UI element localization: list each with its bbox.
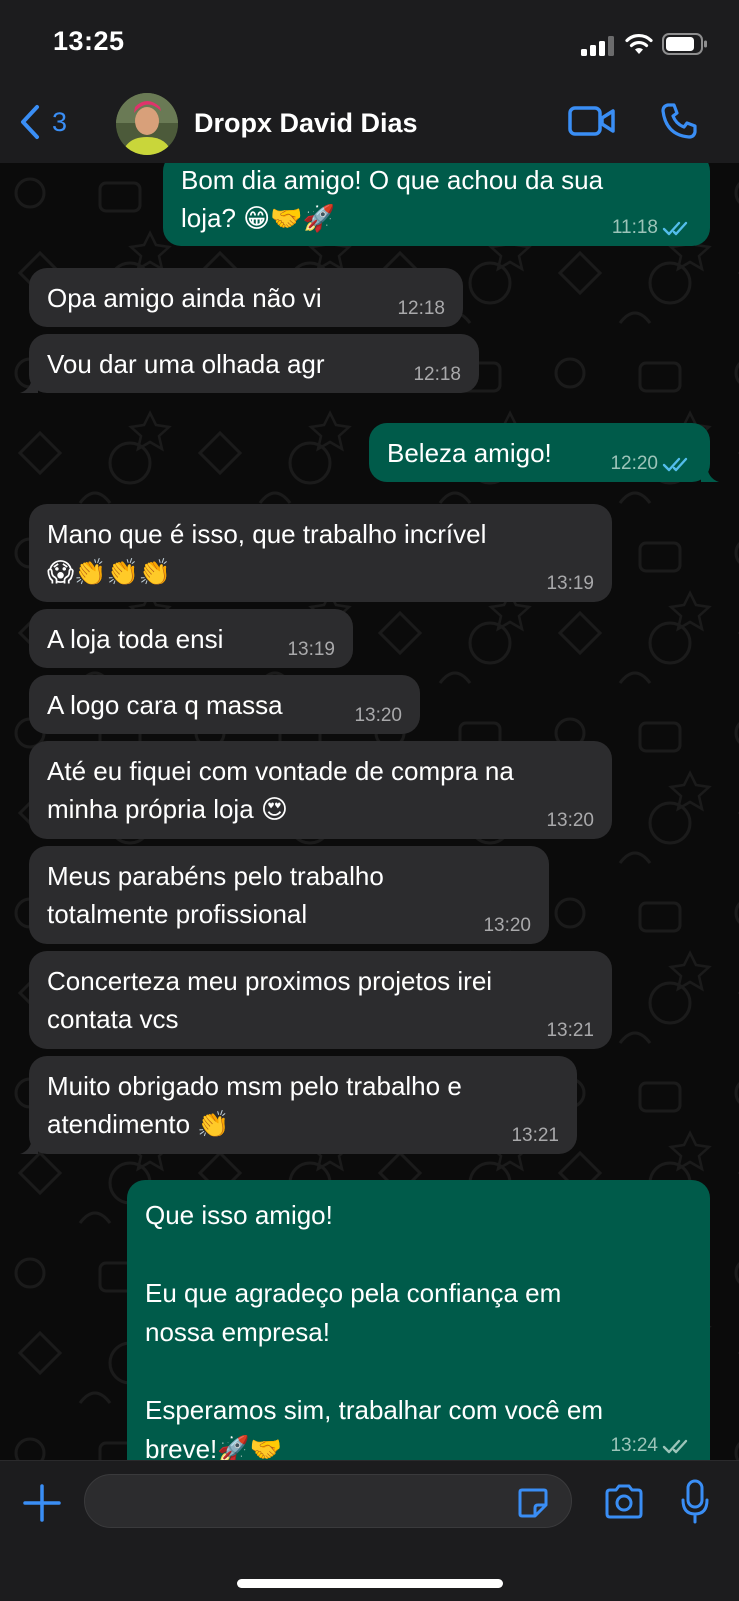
message-time: 13:21: [511, 1125, 559, 1146]
message-text: Muito obrigado msm pelo trabalho e atend…: [47, 1071, 462, 1139]
phone-icon[interactable]: [660, 102, 698, 140]
message-text: Que isso amigo! Eu que agradeço pela con…: [145, 1200, 604, 1460]
message-incoming[interactable]: Meus parabéns pelo trabalho totalmente p…: [29, 846, 549, 944]
wifi-icon: [625, 33, 653, 54]
message-text: Concerteza meu proximos projetos irei co…: [47, 966, 493, 1034]
message-outgoing[interactable]: Beleza amigo! 12:20: [369, 423, 719, 482]
message-text: Opa amigo ainda não vi: [47, 283, 322, 313]
message-incoming[interactable]: Muito obrigado msm pelo trabalho e atend…: [20, 1056, 577, 1154]
delivered-ticks-icon: [662, 1439, 688, 1454]
message-meta: 11:18: [612, 218, 692, 238]
unread-count: 3: [52, 106, 68, 137]
message-text: A logo cara q massa: [47, 690, 283, 720]
message-incoming[interactable]: Opa amigo ainda não vi 12:18: [29, 268, 463, 327]
read-ticks-icon: [662, 457, 688, 472]
sticker-icon[interactable]: [517, 1487, 549, 1519]
status-time: 13:25: [53, 26, 125, 56]
plus-icon[interactable]: [22, 1483, 62, 1523]
message-time: 13:19: [287, 639, 335, 660]
camera-icon[interactable]: [603, 1483, 645, 1521]
bubble-tail: [701, 464, 719, 482]
message-text: Meus parabéns pelo trabalho totalmente p…: [47, 861, 384, 929]
message-outgoing[interactable]: Bom dia amigo! O que achou da sua loja? …: [163, 163, 710, 246]
message-text: Vou dar uma olhada agr: [47, 349, 325, 379]
message-text: Mano que é isso, que trabalho incrível 😱…: [47, 519, 487, 587]
message-incoming[interactable]: Até eu fiquei com vontade de compra na m…: [29, 741, 612, 839]
message-meta: 13:24: [610, 1436, 692, 1456]
chat-header: 3 Dropx David Dias: [0, 90, 739, 164]
message-incoming[interactable]: Vou dar uma olhada agr 12:18: [20, 334, 479, 393]
message-outgoing[interactable]: Que isso amigo! Eu que agradeço pela con…: [127, 1180, 710, 1460]
message-time: 13:20: [483, 915, 531, 936]
avatar-image: [116, 93, 178, 155]
message-time: 13:19: [546, 573, 594, 594]
message-incoming[interactable]: A logo cara q massa 13:20: [29, 675, 420, 734]
message-time: 11:18: [611, 217, 658, 238]
message-time: 13:20: [354, 705, 402, 726]
back-button[interactable]: 3: [18, 102, 67, 142]
battery-icon: [662, 33, 707, 55]
message-meta: 12:20: [610, 454, 692, 474]
message-text: Até eu fiquei com vontade de compra na m…: [47, 756, 514, 824]
bubble-tail: [20, 375, 38, 393]
avatar[interactable]: [116, 93, 178, 155]
microphone-icon[interactable]: [680, 1479, 710, 1525]
input-bar: [0, 1460, 739, 1601]
message-time: 12:18: [397, 298, 445, 319]
message-incoming[interactable]: Mano que é isso, que trabalho incrível 😱…: [29, 504, 612, 602]
status-bar: 13:25: [0, 0, 739, 90]
message-time: 12:20: [610, 453, 658, 474]
message-incoming[interactable]: Concerteza meu proximos projetos irei co…: [29, 951, 612, 1049]
chat-area[interactable]: Bom dia amigo! O que achou da sua loja? …: [0, 163, 739, 1460]
bubble-tail: [20, 1136, 38, 1154]
contact-name[interactable]: Dropx David Dias: [194, 108, 418, 139]
message-time: 12:18: [413, 364, 461, 385]
message-time: 13:20: [546, 810, 594, 831]
message-incoming[interactable]: A loja toda ensi 13:19: [29, 609, 353, 668]
signal-icon: [581, 36, 614, 56]
message-time: 13:21: [546, 1020, 594, 1041]
read-ticks-icon: [662, 221, 688, 236]
video-call-button[interactable]: [568, 104, 616, 138]
chevron-left-icon: [21, 105, 39, 139]
message-time: 13:24: [610, 1435, 658, 1456]
home-indicator: [237, 1579, 503, 1588]
message-input[interactable]: [84, 1474, 572, 1528]
